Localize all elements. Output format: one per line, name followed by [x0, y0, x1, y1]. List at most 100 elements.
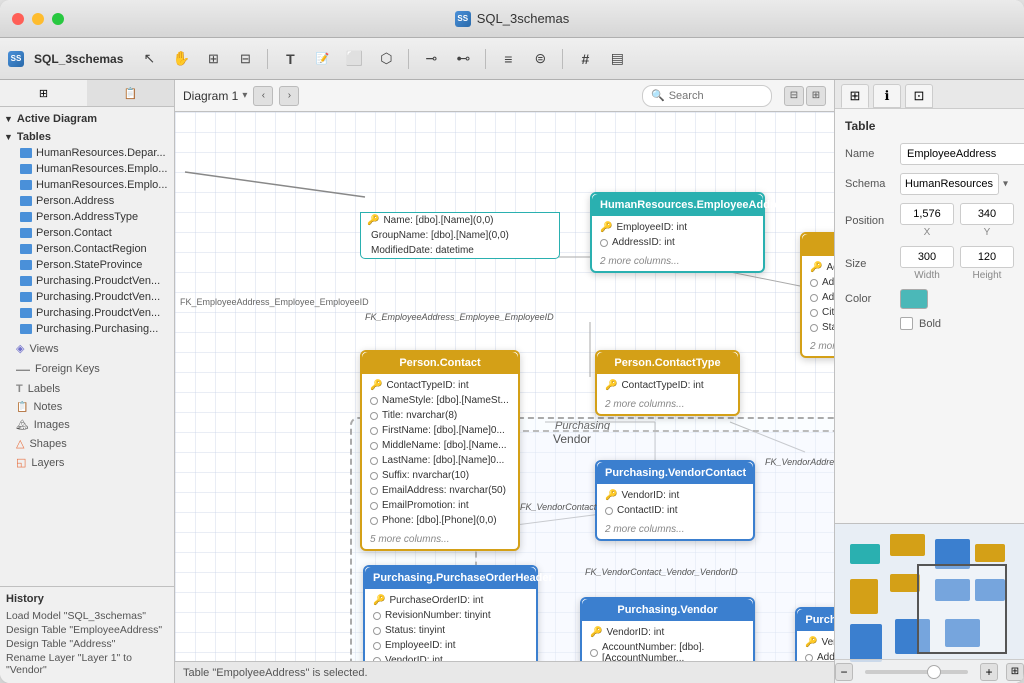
fk-label: Foreign Keys [35, 363, 100, 375]
table-icon [20, 212, 32, 222]
width-input[interactable] [900, 246, 954, 268]
hand-tool-button[interactable]: ✋ [167, 45, 195, 73]
nav-forward-button[interactable]: › [279, 86, 299, 106]
history-item-1[interactable]: Load Model "SQL_3schemas" [6, 609, 168, 623]
table-row: 🔑 VendorID: int [797, 635, 834, 650]
sidebar-item-purchasing-4[interactable]: Purchasing.Purchasing... [0, 321, 174, 337]
table-vendor-address[interactable]: Purchasing.VendorAddress 🔑 VendorID: int… [795, 607, 834, 661]
panel-schema-select[interactable]: HumanResources [900, 173, 999, 195]
fk-label-1: FK_EmployeeAddress_Employee_EmployeeID [180, 297, 369, 307]
field-icon [370, 487, 378, 495]
diagram-canvas[interactable]: FK_EmployeeAddress_Employee_EmployeeID P… [175, 112, 834, 661]
sidebar-item-shapes[interactable]: △ Shapes [0, 434, 174, 453]
nav-back-button[interactable]: ‹ [253, 86, 273, 106]
view-split-button[interactable]: ⊟ [784, 86, 804, 106]
zoom-thumb[interactable] [927, 665, 941, 679]
sidebar-item-purchasing-3[interactable]: Purchasing.ProudctVen... [0, 305, 174, 321]
align-button[interactable]: ≡ [494, 45, 522, 73]
sidebar-item-views[interactable]: ◈ Views [0, 339, 174, 358]
sidebar-item-hr-emplo1[interactable]: HumanResources.Emplo... [0, 161, 174, 177]
sidebar-item-person-contact[interactable]: Person.Contact [0, 225, 174, 241]
close-button[interactable] [12, 13, 24, 25]
bold-checkbox[interactable] [900, 317, 913, 330]
table-employee-address[interactable]: HumanResources.EmployeeAddress 🔑 Employe… [590, 192, 765, 273]
sidebar-tab-diagram[interactable]: ⊞ [0, 80, 87, 106]
sidebar-item-layers[interactable]: ◱ Layers [0, 453, 174, 472]
table-person-contacttype[interactable]: Person.ContactType 🔑 ContactTypeID: int … [595, 350, 740, 416]
shape-tool-button[interactable]: ⬡ [372, 45, 400, 73]
panel-schema-label: Schema [845, 178, 900, 190]
table-body-poh: 🔑 PurchaseOrderID: int RevisionNumber: t… [365, 589, 536, 661]
field-icon [370, 427, 378, 435]
view-full-button[interactable]: ⊞ [806, 86, 826, 106]
sidebar-item-notes[interactable]: 📋 Notes [0, 398, 174, 416]
diagram-name: Diagram 1 [183, 89, 238, 103]
right-tab-table[interactable]: ⊞ [841, 84, 869, 108]
right-tab-sql[interactable]: ⊡ [905, 84, 933, 108]
search-box: 🔍 [642, 85, 772, 107]
view-tool-button[interactable]: ⊟ [231, 45, 259, 73]
panel-button[interactable]: ▤ [603, 45, 631, 73]
sidebar-item-person-contactregion[interactable]: Person.ContactRegion [0, 241, 174, 257]
link2-tool-button[interactable]: ⊷ [449, 45, 477, 73]
link1-tool-button[interactable]: ⊸ [417, 45, 445, 73]
table-name-2: HumanResources.Emplo... [36, 163, 167, 175]
zoom-out-button[interactable]: + [980, 663, 998, 681]
y-input[interactable] [960, 203, 1014, 225]
table-vendor-contact[interactable]: Purchasing.VendorContact 🔑 VendorID: int… [595, 460, 755, 541]
sidebar-item-person-addresstype[interactable]: Person.AddressType [0, 209, 174, 225]
sidebar-item-person-address[interactable]: Person.Address [0, 193, 174, 209]
table-row: VendorID: int [365, 653, 536, 661]
history-item-4[interactable]: Rename Layer "Layer 1" to "Vendor" [6, 651, 168, 677]
text-tool-button[interactable]: T [276, 45, 304, 73]
sidebar-item-foreign-keys[interactable]: — Foreign Keys [0, 358, 174, 380]
table-icon [20, 308, 32, 318]
equal-button[interactable]: ⊜ [526, 45, 554, 73]
x-input[interactable] [900, 203, 954, 225]
mini-viewport[interactable] [917, 564, 1007, 654]
sidebar-item-labels[interactable]: T Labels [0, 380, 174, 398]
panel-name-input[interactable] [900, 143, 1024, 165]
key-icon: 🔑 [805, 637, 817, 648]
height-input[interactable] [960, 246, 1014, 268]
mini-grid-button[interactable]: ⊞ [1006, 663, 1024, 681]
sidebar-item-purchasing-2[interactable]: Purchasing.ProudctVen... [0, 289, 174, 305]
maximize-button[interactable] [52, 13, 64, 25]
height-field: Height [960, 246, 1014, 281]
active-diagram-header[interactable]: Active Diagram [0, 111, 174, 127]
diagram-dropdown-icon[interactable]: ▾ [242, 90, 247, 101]
panel-size-label: Size [845, 258, 900, 270]
sidebar-item-images[interactable]: 🏔 Images [0, 416, 174, 434]
sidebar-item-hr-depar[interactable]: HumanResources.Depar... [0, 145, 174, 161]
history-item-2[interactable]: Design Table "EmployeeAddress" [6, 623, 168, 637]
search-input[interactable] [669, 90, 763, 102]
mini-shape-5 [890, 574, 920, 592]
vendor-label: Vendor [553, 432, 591, 446]
history-item-3[interactable]: Design Table "Address" [6, 637, 168, 651]
minimize-button[interactable] [32, 13, 44, 25]
diagram-title: Diagram 1 ▾ [183, 89, 247, 103]
table-tool-button[interactable]: ⊞ [199, 45, 227, 73]
mini-map: − + ⊞ [835, 523, 1024, 683]
sidebar-item-purchasing-1[interactable]: Purchasing.ProudctVen... [0, 273, 174, 289]
grid-button[interactable]: # [571, 45, 599, 73]
right-tab-info[interactable]: ℹ [873, 84, 901, 108]
sidebar-item-hr-emplo2[interactable]: HumanResources.Emplo... [0, 177, 174, 193]
table-more-vc: 2 more columns... [597, 522, 753, 539]
table-person-contact[interactable]: Person.Contact 🔑 ContactTypeID: int Name… [360, 350, 520, 551]
zoom-in-button[interactable]: − [835, 663, 853, 681]
sidebar-tab-model[interactable]: 📋 [87, 80, 174, 106]
tables-header[interactable]: Tables [0, 129, 174, 145]
zoom-slider[interactable] [865, 670, 968, 674]
color-swatch[interactable] [900, 289, 928, 309]
window-controls [12, 13, 64, 25]
table-vendor[interactable]: Purchasing.Vendor 🔑 VendorID: int Accoun… [580, 597, 755, 661]
search-icon: 🔍 [651, 89, 665, 102]
image-tool-button[interactable]: ⬜ [340, 45, 368, 73]
table-purchase-order-header[interactable]: Purchasing.PurchaseOrderHeader 🔑 Purchas… [363, 565, 538, 661]
note-tool-button[interactable]: 📝 [308, 45, 336, 73]
cursor-tool-button[interactable]: ↖ [135, 45, 163, 73]
sidebar-item-person-stateprovince[interactable]: Person.StateProvince [0, 257, 174, 273]
table-person-address[interactable]: Person.Address 🔑 AddressID: int AddressL… [800, 232, 834, 358]
key-icon: 🔑 [810, 262, 822, 273]
